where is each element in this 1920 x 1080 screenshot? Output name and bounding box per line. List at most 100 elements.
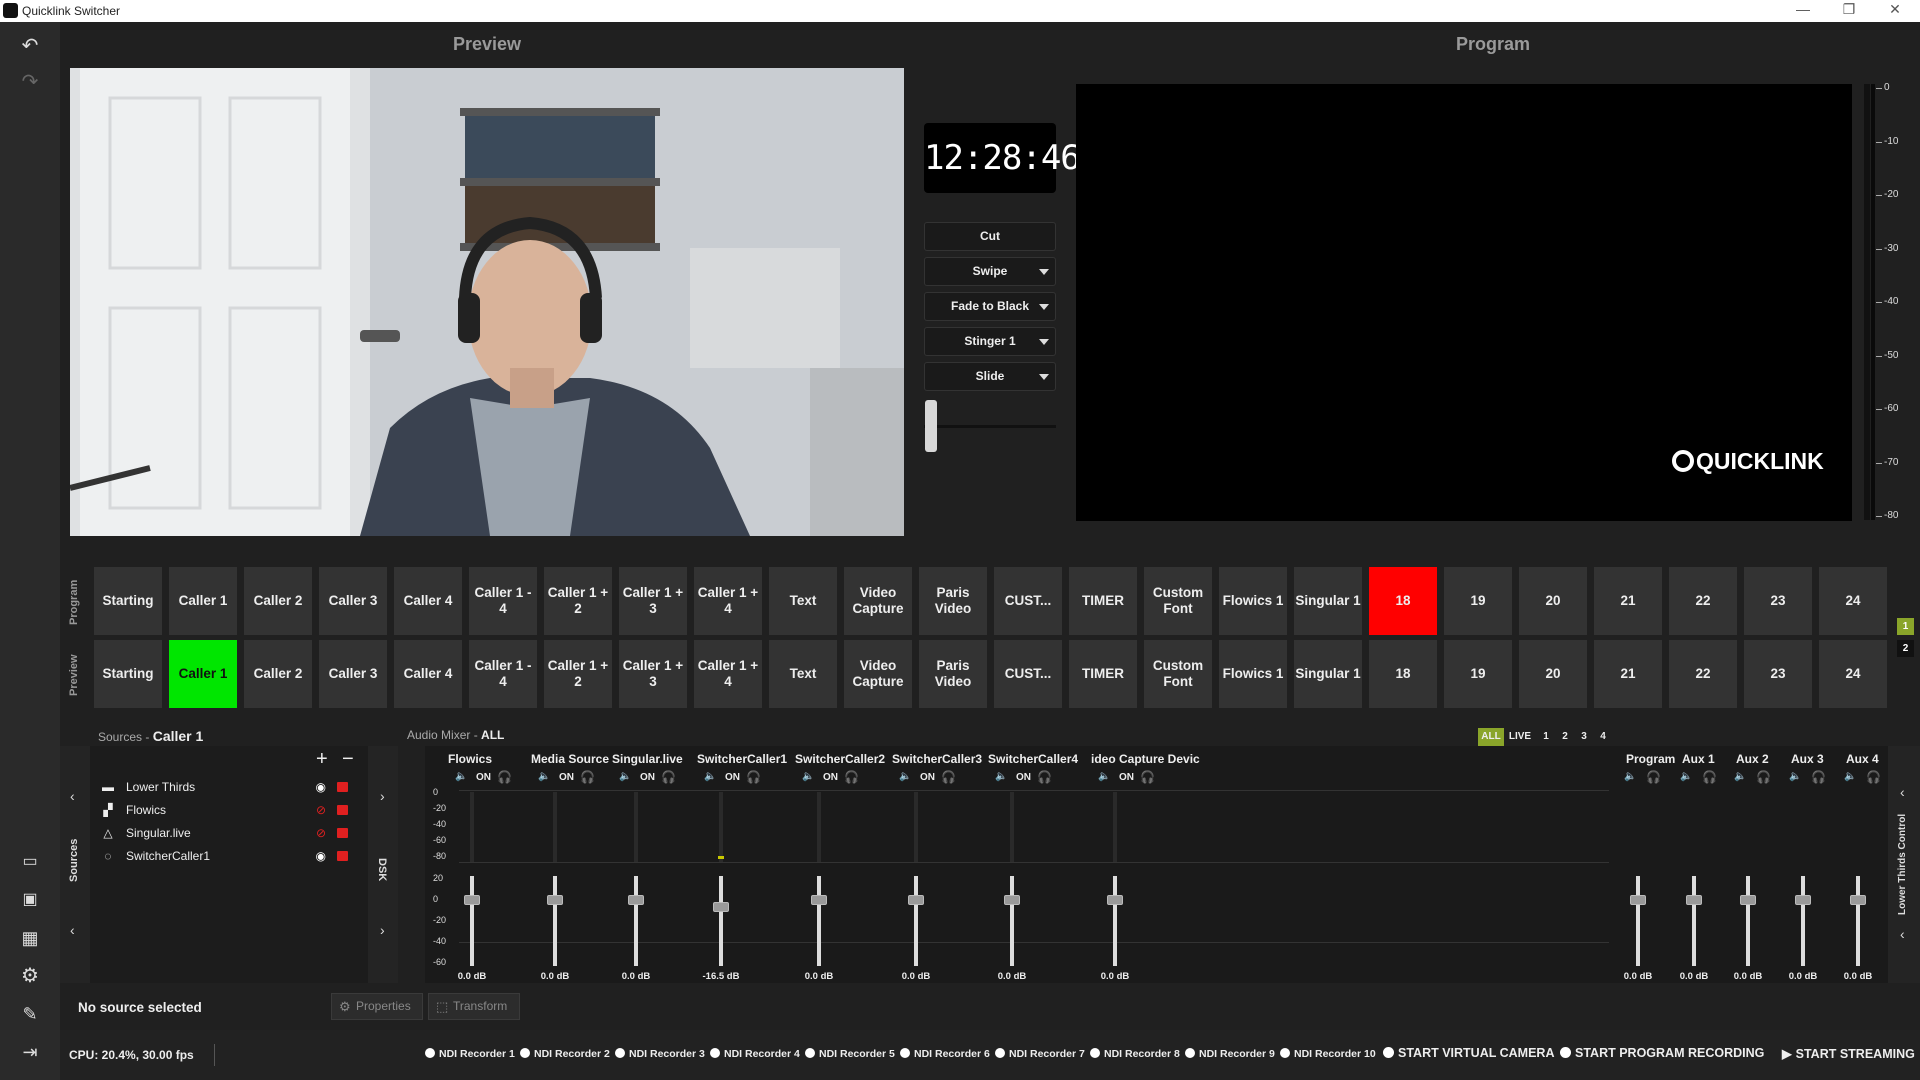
fader-knob[interactable] (1630, 895, 1646, 905)
fader-track[interactable] (634, 876, 638, 966)
tools-icon[interactable]: ✎ (18, 1002, 42, 1026)
layout-grid-icon[interactable]: ▦ (18, 926, 42, 950)
preview-source-button[interactable]: Caller 1 + 3 (619, 640, 687, 708)
fader-track[interactable] (1636, 876, 1640, 966)
headphones-icon[interactable]: 🎧 (1140, 770, 1155, 784)
preview-source-button[interactable]: Singular 1 (1294, 640, 1362, 708)
chevron-right-icon[interactable]: › (380, 922, 385, 938)
ndi-recorder-button[interactable]: NDI Recorder 3 (615, 1048, 705, 1060)
fader-knob[interactable] (713, 901, 729, 912)
preview-source-button[interactable]: Text (769, 640, 837, 708)
preview-video[interactable] (70, 68, 904, 536)
ndi-recorder-button[interactable]: NDI Recorder 1 (425, 1048, 515, 1060)
redo-icon[interactable]: ↷ (18, 70, 42, 94)
ndi-recorder-button[interactable]: NDI Recorder 2 (520, 1048, 610, 1060)
preview-source-button[interactable]: Flowics 1 (1219, 640, 1287, 708)
transition-swipe-button[interactable]: Swipe (924, 257, 1056, 286)
preview-source-button[interactable]: Starting (94, 640, 162, 708)
preview-source-button[interactable]: 22 (1669, 640, 1737, 708)
chevron-left-icon[interactable]: ‹ (1900, 784, 1905, 800)
fader-track[interactable] (1113, 876, 1117, 966)
program-source-button[interactable]: 24 (1819, 567, 1887, 635)
fader-knob[interactable] (1850, 895, 1866, 905)
program-source-button[interactable]: Caller 4 (394, 567, 462, 635)
program-video[interactable]: QUICKLINK (1076, 84, 1852, 521)
ndi-recorder-button[interactable]: NDI Recorder 10 (1280, 1048, 1376, 1060)
chevron-down-icon[interactable] (1039, 304, 1049, 310)
preview-source-button[interactable]: Caller 1 + 4 (694, 640, 762, 708)
channel-mute-icon[interactable]: 🔈 (1624, 771, 1636, 782)
fader-knob[interactable] (1686, 895, 1702, 905)
lock-icon[interactable] (337, 828, 348, 838)
properties-button[interactable]: ⚙ Properties (331, 993, 423, 1020)
mixer-tab[interactable]: 2 (1557, 728, 1573, 746)
fader-track[interactable] (914, 876, 918, 966)
start-program-recording-button[interactable]: START PROGRAM RECORDING (1560, 1046, 1764, 1060)
program-source-button[interactable]: Caller 1 - 4 (469, 567, 537, 635)
program-source-button[interactable]: 20 (1519, 567, 1587, 635)
headphones-icon[interactable]: 🎧 (1811, 770, 1826, 784)
program-source-button[interactable]: 23 (1744, 567, 1812, 635)
remove-source-icon[interactable]: − (342, 748, 354, 771)
exit-icon[interactable]: ⇥ (18, 1040, 42, 1064)
close-icon[interactable]: ✕ (1880, 1, 1910, 18)
page-2-button[interactable]: 2 (1897, 640, 1914, 657)
eye-icon[interactable]: ◉ (316, 780, 326, 794)
chevron-left-icon[interactable]: ‹ (70, 922, 75, 938)
fader-track[interactable] (1801, 876, 1805, 966)
preview-source-button[interactable]: TIMER (1069, 640, 1137, 708)
fader-track[interactable] (719, 876, 723, 966)
transition-stinger-button[interactable]: Stinger 1 (924, 327, 1056, 356)
program-source-button[interactable]: 18 (1369, 567, 1437, 635)
channel-mute-icon[interactable]: 🔈 (704, 771, 716, 782)
preview-source-button[interactable]: Caller 3 (319, 640, 387, 708)
fader-knob[interactable] (908, 895, 924, 905)
start-streaming-button[interactable]: ▶ START STREAMING (1782, 1046, 1915, 1061)
preview-source-button[interactable]: Video Capture (844, 640, 912, 708)
program-source-button[interactable]: Singular 1 (1294, 567, 1362, 635)
channel-mute-icon[interactable]: 🔈 (899, 771, 911, 782)
chevron-down-icon[interactable] (1039, 339, 1049, 345)
headphones-icon[interactable]: 🎧 (580, 770, 595, 784)
fader-track[interactable] (817, 876, 821, 966)
chevron-left-icon[interactable]: ‹ (1900, 926, 1905, 942)
headphones-icon[interactable]: 🎧 (844, 770, 859, 784)
mixer-tab[interactable]: 3 (1576, 728, 1592, 746)
mixer-tab[interactable]: LIVE (1506, 728, 1534, 746)
preview-source-button[interactable]: CUST... (994, 640, 1062, 708)
preview-source-button[interactable]: 18 (1369, 640, 1437, 708)
channel-mute-icon[interactable]: 🔈 (995, 771, 1007, 782)
program-source-button[interactable]: CUST... (994, 567, 1062, 635)
headphones-icon[interactable]: 🎧 (941, 770, 956, 784)
start-virtual-camera-button[interactable]: START VIRTUAL CAMERA (1383, 1046, 1554, 1060)
fader-track[interactable] (1010, 876, 1014, 966)
preview-source-button[interactable]: Custom Font (1144, 640, 1212, 708)
channel-mute-icon[interactable]: 🔈 (1680, 771, 1692, 782)
headphones-icon[interactable]: 🎧 (1646, 770, 1661, 784)
sources-tab[interactable]: Sources (68, 830, 80, 890)
monitor-icon[interactable]: ▭ (18, 850, 42, 874)
fader-knob[interactable] (1740, 895, 1756, 905)
transition-fade-to-black-button[interactable]: Fade to Black (924, 292, 1056, 321)
dsk-tab[interactable]: DSK (376, 850, 388, 890)
chevron-right-icon[interactable]: › (380, 788, 385, 804)
program-source-button[interactable]: 21 (1594, 567, 1662, 635)
multiview-icon[interactable]: ▣ (18, 888, 42, 912)
tbar-handle[interactable] (925, 400, 937, 452)
fader-knob[interactable] (1795, 895, 1811, 905)
program-source-button[interactable]: Video Capture (844, 567, 912, 635)
program-source-button[interactable]: 22 (1669, 567, 1737, 635)
transform-button[interactable]: ⬚ Transform (428, 993, 520, 1020)
transition-slide-button[interactable]: Slide (924, 362, 1056, 391)
source-item[interactable]: ▞ Flowics ⊘ (100, 803, 356, 817)
fader-track[interactable] (470, 876, 474, 966)
channel-mute-icon[interactable]: 🔈 (1734, 771, 1746, 782)
preview-source-button[interactable]: Caller 1 + 2 (544, 640, 612, 708)
preview-source-button[interactable]: Caller 1 (169, 640, 237, 708)
channel-mute-icon[interactable]: 🔈 (455, 771, 467, 782)
preview-source-button[interactable]: Paris Video (919, 640, 987, 708)
channel-mute-icon[interactable]: 🔈 (619, 771, 631, 782)
fader-knob[interactable] (464, 895, 480, 905)
fader-knob[interactable] (547, 895, 563, 905)
preview-source-button[interactable]: Caller 4 (394, 640, 462, 708)
